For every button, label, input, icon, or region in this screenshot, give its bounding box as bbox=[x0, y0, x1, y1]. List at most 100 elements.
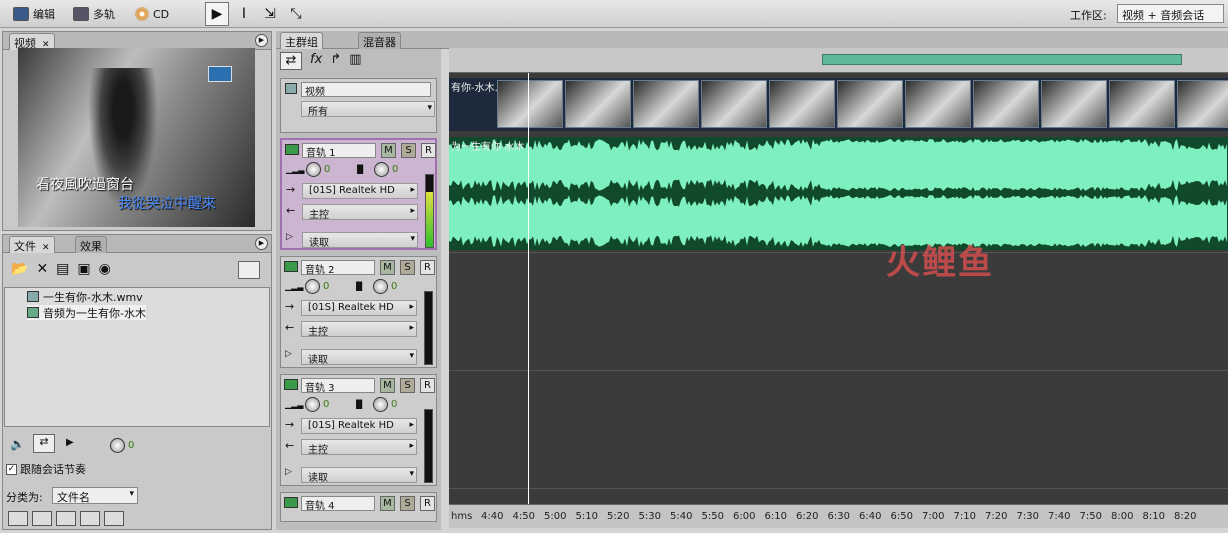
track-name[interactable]: 音轨 2 bbox=[301, 260, 375, 276]
scrub-tool-button[interactable]: ⤡ bbox=[284, 2, 308, 26]
expand-icon[interactable]: ▷ bbox=[285, 349, 292, 359]
expand-icon[interactable]: ▷ bbox=[286, 232, 293, 242]
list-item[interactable]: 一生有你-水木.wmv bbox=[27, 289, 143, 304]
video-track-name[interactable]: 视频 bbox=[301, 82, 431, 98]
ruler-tick-label: 5:20 bbox=[607, 511, 630, 522]
solo-button[interactable]: S bbox=[401, 143, 416, 158]
track-header[interactable]: 音轨 4 M S R bbox=[280, 492, 437, 522]
sends-icon[interactable]: ↱ bbox=[330, 52, 341, 70]
ruler-tick-label: 7:50 bbox=[1079, 511, 1102, 522]
volume-knob[interactable] bbox=[305, 397, 320, 412]
file-list: 一生有你-水木.wmv 音频为一生有你-水木 bbox=[4, 287, 270, 427]
volume-knob[interactable] bbox=[305, 279, 320, 294]
record-arm-button[interactable]: R bbox=[420, 260, 435, 275]
record-arm-button[interactable]: R bbox=[420, 496, 435, 511]
mute-button[interactable]: M bbox=[380, 260, 395, 275]
ruler-tick-label: 7:30 bbox=[1016, 511, 1039, 522]
expand-icon[interactable]: ▷ bbox=[285, 467, 292, 477]
input-select[interactable]: [01S] Realtek HD bbox=[301, 418, 417, 434]
move-tool-button[interactable]: ▶ bbox=[205, 2, 229, 26]
output-select[interactable]: 主控 bbox=[301, 321, 417, 337]
time-selection-tool-button[interactable]: Ι bbox=[232, 2, 256, 26]
insert-multitrack-icon[interactable]: ▤ bbox=[56, 261, 77, 277]
output-select[interactable]: 主控 bbox=[301, 439, 417, 455]
video-track-header: 视频 所有 bbox=[280, 78, 437, 133]
workspace-select[interactable]: 视频 + 音频会话 bbox=[1117, 4, 1224, 23]
preview-volume-knob[interactable] bbox=[110, 438, 125, 453]
track-header[interactable]: 音轨 1 M S R ▁▂▃ 0 ▐▌ 0 → [01S] Realtek HD … bbox=[280, 138, 437, 250]
input-select[interactable]: [01S] Realtek HD bbox=[302, 183, 418, 199]
pan-knob[interactable] bbox=[373, 279, 388, 294]
audio-track-icon bbox=[284, 379, 298, 390]
multitrack-mode-button[interactable]: 多轨 bbox=[70, 3, 118, 25]
volume-icon: ▁▂▃ bbox=[286, 165, 305, 174]
filter-midi-icon[interactable] bbox=[80, 511, 100, 526]
record-arm-button[interactable]: R bbox=[421, 143, 436, 158]
pan-knob[interactable] bbox=[374, 162, 389, 177]
track-header[interactable]: 音轨 3 M S R ▁▂▃ 0 ▐▌ 0 → [01S] Realtek HD … bbox=[280, 374, 437, 486]
mute-button[interactable]: M bbox=[380, 496, 395, 511]
track-divider bbox=[449, 370, 1228, 371]
automation-mode-select[interactable]: 读取 bbox=[302, 232, 418, 248]
mute-button[interactable]: M bbox=[380, 378, 395, 393]
solo-button[interactable]: S bbox=[400, 378, 415, 393]
video-thumbnail bbox=[1041, 80, 1107, 128]
tab-main-group[interactable]: 主群组 bbox=[280, 32, 323, 49]
tab-mixer[interactable]: 混音器 bbox=[358, 32, 401, 49]
automation-mode-select[interactable]: 读取 bbox=[301, 349, 417, 365]
track-divider bbox=[449, 488, 1228, 489]
input-arrow-icon: → bbox=[285, 300, 295, 313]
playhead-cursor[interactable] bbox=[528, 73, 529, 504]
track-header[interactable]: 音轨 2 M S R ▁▂▃ 0 ▐▌ 0 → [01S] Realtek HD … bbox=[280, 256, 437, 368]
pan-knob[interactable] bbox=[373, 397, 388, 412]
filter-all-icon[interactable] bbox=[8, 511, 28, 526]
edit-file-icon[interactable]: ◉ bbox=[99, 261, 119, 277]
import-file-icon[interactable]: 📂 bbox=[11, 261, 36, 277]
tab-files[interactable]: 文件 ✕ bbox=[9, 236, 55, 253]
input-select[interactable]: [01S] Realtek HD bbox=[301, 300, 417, 316]
audio-clip[interactable]: 为一生有你-水木 bbox=[449, 137, 1228, 250]
pan-value: 0 bbox=[391, 399, 398, 410]
show-options-icon[interactable] bbox=[238, 261, 260, 279]
zoom-range-bar[interactable] bbox=[822, 54, 1182, 65]
output-select[interactable]: 主控 bbox=[302, 204, 418, 220]
pan-icon: ▐▌ bbox=[353, 400, 366, 409]
time-ruler[interactable]: hms 4:40 4:50 5:00 5:10 5:20 5:30 5:40 5:50 6:00 6… bbox=[449, 504, 1228, 528]
volume-knob[interactable] bbox=[306, 162, 321, 177]
edit-mode-button[interactable]: 编辑 bbox=[10, 3, 58, 25]
effects-icon[interactable]: fx bbox=[310, 52, 322, 70]
loop-button[interactable]: ⇄ bbox=[33, 434, 55, 453]
list-item[interactable]: 音频为一生有你-水木 bbox=[27, 305, 146, 320]
solo-button[interactable]: S bbox=[400, 496, 415, 511]
eq-icon[interactable]: ▥ bbox=[349, 52, 361, 70]
automation-mode-select[interactable]: 读取 bbox=[301, 467, 417, 483]
track-name[interactable]: 音轨 1 bbox=[302, 143, 376, 159]
tab-main-group-label: 主群组 bbox=[285, 36, 318, 49]
panel-menu-icon[interactable]: ▶ bbox=[255, 237, 268, 250]
filter-loop-icon[interactable] bbox=[104, 511, 124, 526]
close-icon[interactable]: ✕ bbox=[42, 243, 50, 253]
video-clip[interactable]: 有你-水木.wmv bbox=[449, 78, 1228, 131]
video-track-filter[interactable]: 所有 bbox=[301, 101, 435, 117]
speaker-icon[interactable]: 🔈 bbox=[10, 437, 25, 451]
hybrid-tool-button[interactable]: ⇲ bbox=[258, 2, 282, 26]
track-name[interactable]: 音轨 3 bbox=[301, 378, 375, 394]
close-file-icon[interactable]: ✕ bbox=[36, 261, 56, 277]
tab-effects[interactable]: 效果 bbox=[75, 236, 107, 253]
inputs-outputs-icon[interactable]: ⇄ bbox=[280, 52, 302, 70]
filter-audio-icon[interactable] bbox=[32, 511, 52, 526]
insert-cd-icon[interactable]: ▣ bbox=[77, 261, 98, 277]
cd-mode-button[interactable]: CD bbox=[132, 3, 172, 25]
ruler-tick-label: 8:00 bbox=[1111, 511, 1134, 522]
record-arm-button[interactable]: R bbox=[420, 378, 435, 393]
play-icon[interactable]: ▶ bbox=[66, 437, 74, 448]
audio-file-icon bbox=[27, 307, 39, 318]
follow-session-checkbox[interactable]: ✓ bbox=[6, 463, 17, 475]
sort-select[interactable]: 文件名 ▾ bbox=[52, 487, 138, 504]
solo-button[interactable]: S bbox=[400, 260, 415, 275]
panel-menu-icon[interactable]: ▶ bbox=[255, 34, 268, 47]
output-arrow-icon: ← bbox=[285, 439, 295, 452]
filter-video-icon[interactable] bbox=[56, 511, 76, 526]
track-name[interactable]: 音轨 4 bbox=[301, 496, 375, 512]
mute-button[interactable]: M bbox=[381, 143, 396, 158]
